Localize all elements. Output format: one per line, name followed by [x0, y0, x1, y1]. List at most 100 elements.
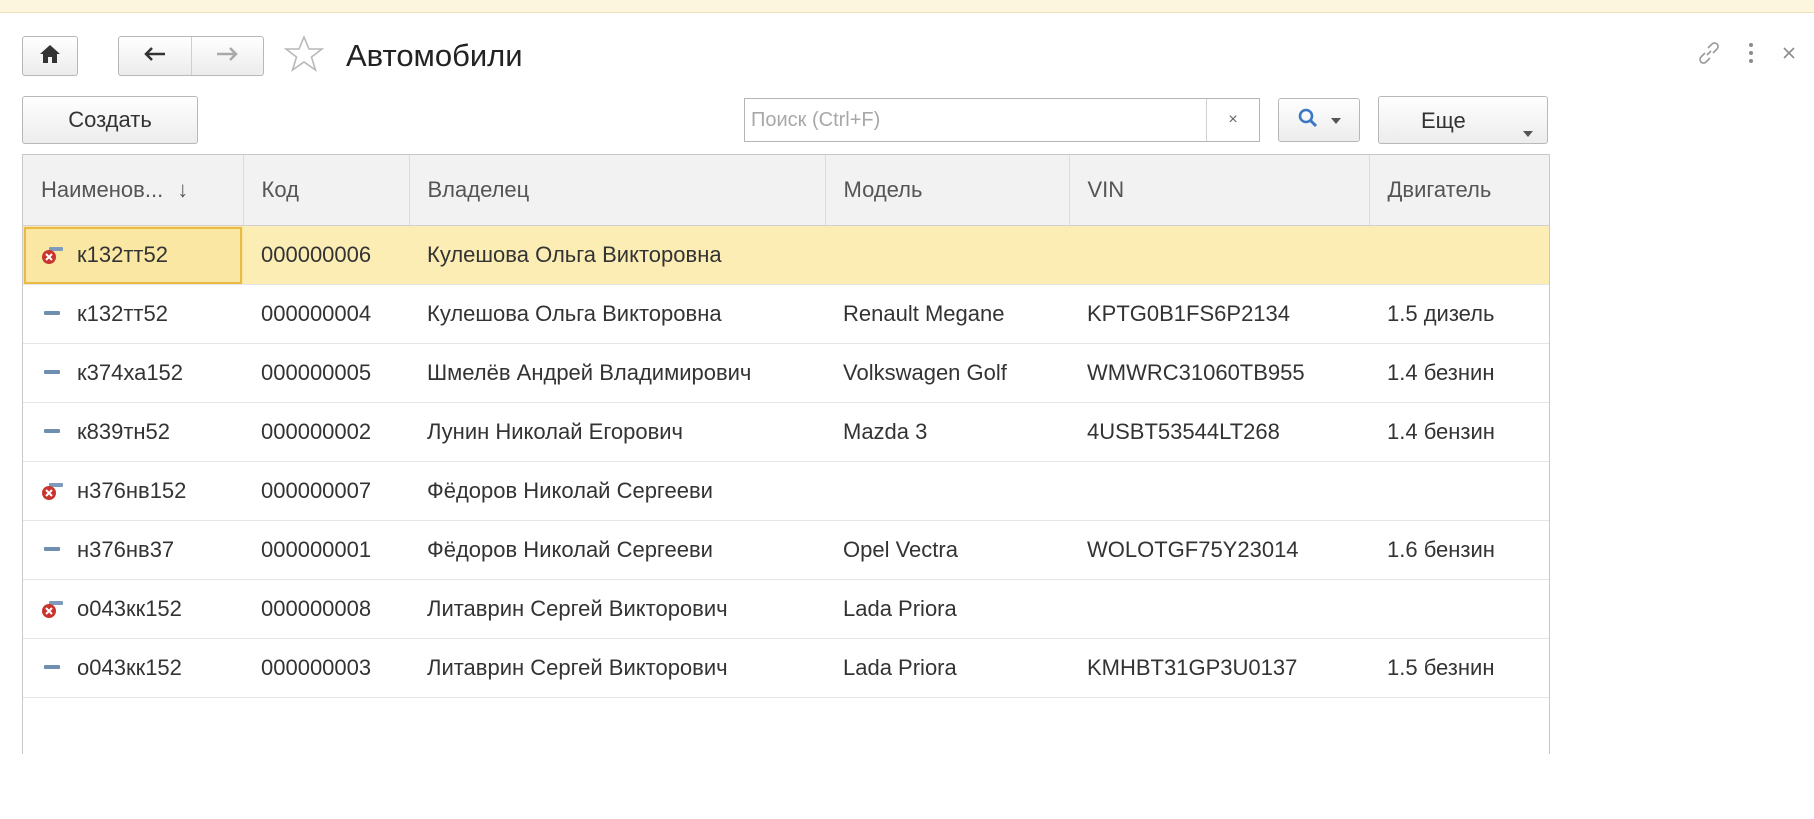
cell-name: о043кк152: [23, 638, 243, 698]
cell-model: Volkswagen Golf: [825, 343, 1069, 403]
cell-vin: KPTG0B1FS6P2134: [1069, 284, 1369, 344]
cell-name: о043кк152: [23, 579, 243, 639]
cell-owner: Лунин Николай Егорович: [409, 402, 825, 462]
link-icon: [1696, 40, 1722, 71]
catalog-item-icon: [41, 655, 65, 679]
chevron-down-icon: [1331, 111, 1341, 129]
car-number: к374ха152: [77, 359, 184, 385]
cell-engine: [1369, 461, 1549, 521]
cell-name: к132тт52: [23, 284, 243, 344]
cell-vin: WOLOTGF75Y23014: [1069, 520, 1369, 580]
cell-name: н376нв152: [23, 461, 243, 521]
cell-owner: Шмелёв Андрей Владимирович: [409, 343, 825, 403]
cell-model: Renault Megane: [825, 284, 1069, 344]
cell-code: 000000008: [243, 579, 409, 639]
car-number: н376нв37: [77, 536, 175, 562]
cell-vin: [1069, 225, 1369, 285]
table-row[interactable]: к132тт52 000000006 Кулешова Ольга Викторов…: [23, 225, 1549, 285]
chevron-down-icon: [1523, 117, 1533, 143]
cell-name: к374ха152: [23, 343, 243, 403]
cell-vin: [1069, 579, 1369, 639]
close-button[interactable]: [1772, 38, 1806, 72]
search-field: ×: [744, 98, 1260, 142]
table-row[interactable]: к374ха152 000000005 Шмелёв Андрей Владимир…: [23, 343, 1549, 403]
cell-code: 000000005: [243, 343, 409, 403]
cell-owner: Литаврин Сергей Викторович: [409, 579, 825, 639]
table-row[interactable]: о043кк152 000000003 Литаврин Сергей Виктор…: [23, 638, 1549, 698]
search-clear-button[interactable]: ×: [1206, 99, 1259, 141]
car-number: о043кк152: [77, 595, 182, 621]
cell-code: 000000004: [243, 284, 409, 344]
home-button[interactable]: [22, 36, 78, 76]
favorite-button[interactable]: [280, 34, 328, 78]
column-header-name[interactable]: Наименов... ↓: [23, 155, 244, 226]
car-number: к132тт52: [77, 300, 168, 326]
cars-table: Наименов... ↓ Код Владелец Модель VIN Дви…: [23, 155, 1549, 698]
cell-model: Opel Vectra: [825, 520, 1069, 580]
cell-model: [825, 461, 1069, 521]
table-row[interactable]: н376нв37 000000001 Фёдоров Николай Сергеев…: [23, 520, 1549, 580]
cell-owner: Фёдоров Николай Сергееви: [409, 461, 825, 521]
cell-engine: 1.6 бензин: [1369, 520, 1549, 580]
catalog-item-icon: [41, 360, 65, 384]
car-number: н376нв152: [77, 477, 187, 503]
cell-model: Lada Priora: [825, 638, 1069, 698]
column-header-model[interactable]: Модель: [825, 155, 1070, 226]
link-button[interactable]: [1692, 38, 1726, 72]
table-row[interactable]: н376нв152 000000007 Фёдоров Николай Сергее…: [23, 461, 1549, 521]
table-row[interactable]: к839тн52 000000002 Лунин Николай Егорович M…: [23, 402, 1549, 462]
navigation-buttons: [118, 36, 264, 76]
marked-for-deletion-icon: [41, 478, 65, 502]
create-button[interactable]: Создать: [22, 96, 198, 144]
magnifier-icon: [1297, 107, 1319, 134]
column-header-engine[interactable]: Двигатель: [1369, 155, 1549, 226]
cell-name: н376нв37: [23, 520, 243, 580]
cell-model: [825, 225, 1069, 285]
arrow-left-icon: [143, 46, 167, 67]
cell-engine: 1.5 безнин: [1369, 638, 1549, 698]
car-number: о043кк152: [77, 654, 182, 680]
catalog-item-icon: [41, 419, 65, 443]
cell-engine: 1.4 безнин: [1369, 343, 1549, 403]
search-input[interactable]: [745, 100, 1206, 140]
cell-engine: [1369, 579, 1549, 639]
catalog-item-icon: [41, 301, 65, 325]
more-button-label: Еще: [1421, 108, 1466, 133]
cell-owner: Кулешова Ольга Викторовна: [409, 225, 825, 285]
more-button[interactable]: Еще: [1378, 96, 1548, 144]
car-number: к839тн52: [77, 418, 171, 444]
column-header-code[interactable]: Код: [243, 155, 410, 226]
column-header-vin[interactable]: VIN: [1069, 155, 1370, 226]
more-actions-button[interactable]: [1734, 38, 1768, 72]
home-icon: [39, 44, 61, 69]
sort-descending-icon: ↓: [177, 177, 189, 202]
notification-strip: [0, 0, 1814, 13]
form-header: Автомобили: [0, 32, 1814, 88]
marked-for-deletion-icon: [41, 242, 65, 266]
cell-owner: Кулешова Ольга Викторовна: [409, 284, 825, 344]
command-bar: Создать × Еще: [0, 96, 1814, 148]
close-icon: [1782, 46, 1796, 65]
cell-model: Mazda 3: [825, 402, 1069, 462]
cell-code: 000000006: [243, 225, 409, 285]
table-header-row: Наименов... ↓ Код Владелец Модель VIN Дви…: [23, 155, 1549, 226]
clear-icon: ×: [1228, 111, 1238, 128]
kebab-menu-icon: [1747, 41, 1755, 70]
search-options-button[interactable]: [1278, 98, 1360, 142]
table-row[interactable]: к132тт52 000000004 Кулешова Ольга Викторов…: [23, 284, 1549, 344]
table-row[interactable]: о043кк152 000000008 Литаврин Сергей Виктор…: [23, 579, 1549, 639]
marked-for-deletion-icon: [41, 596, 65, 620]
cell-owner: Фёдоров Николай Сергееви: [409, 520, 825, 580]
cell-vin: WMWRC31060TB955: [1069, 343, 1369, 403]
cell-model: Lada Priora: [825, 579, 1069, 639]
column-header-owner[interactable]: Владелец: [409, 155, 826, 226]
cars-list[interactable]: Наименов... ↓ Код Владелец Модель VIN Дви…: [22, 154, 1550, 754]
cell-code: 000000001: [243, 520, 409, 580]
cell-owner: Литаврин Сергей Викторович: [409, 638, 825, 698]
catalog-item-icon: [41, 537, 65, 561]
arrow-right-icon: [215, 46, 239, 67]
back-button[interactable]: [119, 37, 191, 75]
page-title: Автомобили: [346, 38, 523, 73]
cell-vin: [1069, 461, 1369, 521]
forward-button[interactable]: [190, 37, 264, 75]
